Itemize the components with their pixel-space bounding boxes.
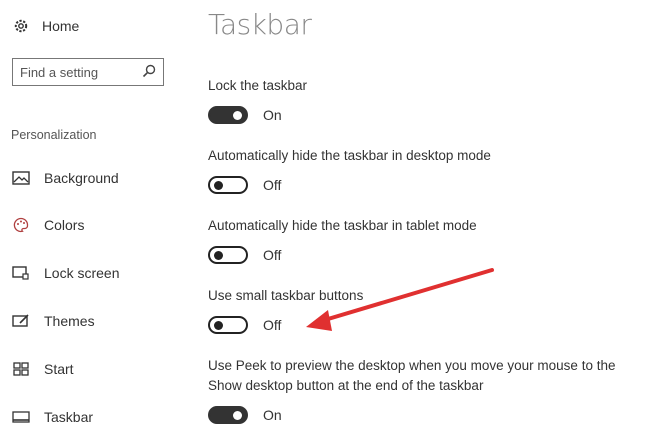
setting-label-hide-tablet: Automatically hide the taskbar in tablet… xyxy=(208,218,477,233)
setting-label-hide-desktop: Automatically hide the taskbar in deskto… xyxy=(208,148,491,163)
sidebar-item-label: Start xyxy=(44,361,74,377)
search-icon[interactable] xyxy=(142,64,156,83)
home-link[interactable]: Home xyxy=(11,14,79,38)
sidebar-item-lock-screen[interactable]: Lock screen xyxy=(11,260,181,286)
toggle-lock-taskbar[interactable] xyxy=(208,106,248,124)
toggle-knob xyxy=(214,181,223,190)
home-label: Home xyxy=(42,18,80,34)
toggle-state-label: Off xyxy=(263,177,282,193)
toggle-state-label: Off xyxy=(263,247,282,263)
sidebar-item-label: Taskbar xyxy=(44,409,94,425)
toggle-knob xyxy=(233,411,242,420)
sidebar: Home Personalization Background Color xyxy=(0,0,185,436)
colors-icon xyxy=(11,216,31,234)
toggle-hide-tablet[interactable] xyxy=(208,246,248,264)
setting-label-small-buttons: Use small taskbar buttons xyxy=(208,288,364,303)
sidebar-item-label: Background xyxy=(44,170,119,186)
setting-label-lock-taskbar: Lock the taskbar xyxy=(208,78,308,93)
gear-icon xyxy=(11,16,31,36)
toggle-knob xyxy=(214,251,223,260)
taskbar-icon xyxy=(11,408,31,426)
sidebar-item-label: Themes xyxy=(44,313,95,329)
start-icon xyxy=(11,360,31,378)
background-icon xyxy=(11,169,31,187)
toggle-peek[interactable] xyxy=(208,406,248,424)
toggle-knob xyxy=(233,111,242,120)
sidebar-item-colors[interactable]: Colors xyxy=(11,212,181,238)
toggle-hide-desktop[interactable] xyxy=(208,176,248,194)
section-heading: Personalization xyxy=(11,128,97,142)
toggle-state-label: On xyxy=(263,407,282,423)
toggle-knob xyxy=(214,321,223,330)
sidebar-item-label: Lock screen xyxy=(44,265,120,281)
sidebar-item-label: Colors xyxy=(44,217,85,233)
setting-label-peek: Use Peek to preview the desktop when you… xyxy=(208,358,616,393)
sidebar-item-themes[interactable]: Themes xyxy=(11,308,181,334)
sidebar-item-background[interactable]: Background xyxy=(11,165,181,191)
themes-icon xyxy=(11,312,31,330)
search-input[interactable] xyxy=(20,64,140,80)
search-box[interactable] xyxy=(12,58,164,86)
lock-screen-icon xyxy=(11,264,31,282)
page-title: Taskbar xyxy=(208,8,312,41)
toggle-small-buttons[interactable] xyxy=(208,316,248,334)
sidebar-item-start[interactable]: Start xyxy=(11,356,181,382)
main-panel: Taskbar Lock the taskbar On Automaticall… xyxy=(208,0,648,436)
toggle-state-label: Off xyxy=(263,317,282,333)
sidebar-item-taskbar[interactable]: Taskbar xyxy=(11,404,181,430)
toggle-state-label: On xyxy=(263,107,282,123)
